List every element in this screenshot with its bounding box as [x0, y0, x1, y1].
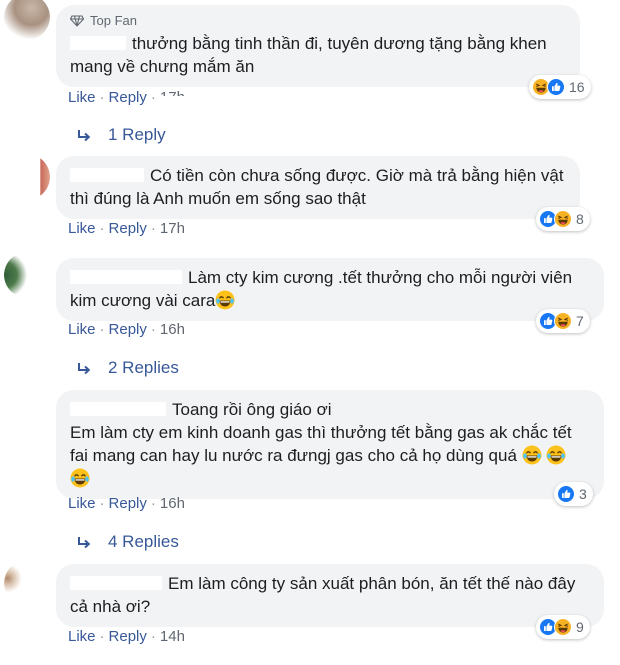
top-fan-label: Top Fan	[90, 13, 137, 28]
laughing-emoji-icon	[70, 468, 90, 488]
view-replies-link[interactable]: 4 Replies	[76, 532, 179, 552]
reaction-summary[interactable]: 7	[536, 309, 590, 333]
separator: ·	[99, 321, 105, 338]
reaction-count: 16	[569, 79, 585, 95]
replies-label: 1 Reply	[108, 125, 166, 144]
reply-arrow-icon	[76, 534, 92, 550]
reply-button[interactable]: Reply	[109, 628, 147, 645]
comment-bubble: Có tiền còn chưa sống được. Giờ mà trả b…	[56, 156, 580, 219]
laughing-emoji-icon	[522, 445, 542, 465]
like-reaction-icon	[557, 485, 575, 503]
author-name-redacted[interactable]	[70, 168, 144, 182]
comment-actions: Like · Reply · 16h	[68, 494, 185, 514]
comment-actions: Like · Reply · 17h	[68, 219, 185, 239]
comment-bubble: Em làm công ty sản xuất phân bón, ăn tết…	[56, 564, 604, 627]
author-name-redacted[interactable]	[70, 576, 162, 590]
view-replies-link[interactable]: 2 Replies	[76, 358, 179, 378]
laughing-emoji-icon	[546, 445, 566, 465]
replies-label: 4 Replies	[108, 532, 179, 551]
reply-button[interactable]: Reply	[109, 220, 147, 237]
haha-reaction-icon	[554, 618, 572, 636]
comment-text-line1: Toang rồi ông giáo ơi	[172, 400, 332, 419]
separator: ·	[150, 495, 156, 512]
separator: ·	[150, 220, 156, 237]
separator: ·	[150, 89, 156, 106]
separator: ·	[99, 220, 105, 237]
author-name-redacted[interactable]	[70, 402, 166, 416]
avatar[interactable]	[4, 560, 50, 606]
reply-button[interactable]: Reply	[109, 89, 147, 106]
timestamp[interactable]: 14h	[160, 628, 185, 645]
separator: ·	[99, 495, 105, 512]
separator: ·	[99, 89, 105, 106]
reply-button[interactable]: Reply	[109, 321, 147, 338]
reply-arrow-icon	[76, 127, 92, 143]
avatar[interactable]	[4, 154, 50, 200]
comment-actions: Like · Reply · 17h	[68, 88, 185, 108]
comment-actions: Like · Reply · 14h	[68, 627, 185, 647]
replies-label: 2 Replies	[108, 358, 179, 377]
like-button[interactable]: Like	[68, 220, 96, 237]
reply-button[interactable]: Reply	[109, 495, 147, 512]
timestamp[interactable]: 17h	[160, 89, 185, 96]
separator: ·	[150, 321, 156, 338]
diamond-icon	[70, 14, 84, 27]
like-button[interactable]: Like	[68, 89, 96, 106]
reaction-count: 9	[576, 619, 584, 635]
timestamp[interactable]: 16h	[160, 495, 185, 512]
comment-text: thưởng bằng tinh thần đi, tuyên dương tặ…	[70, 34, 547, 76]
separator: ·	[99, 628, 105, 645]
haha-reaction-icon	[554, 210, 572, 228]
reply-arrow-icon	[76, 360, 92, 376]
reaction-summary[interactable]: 3	[554, 482, 593, 506]
comment-bubble: Top Fan thưởng bằng tinh thần đi, tuyên …	[56, 5, 580, 87]
laughing-emoji-icon	[215, 290, 235, 310]
comment-text-line2: Em làm cty em kinh doanh gas thì thưởng …	[70, 423, 572, 465]
like-button[interactable]: Like	[68, 321, 96, 338]
reaction-summary[interactable]: 8	[536, 207, 590, 231]
separator: ·	[150, 628, 156, 645]
like-reaction-icon	[547, 78, 565, 96]
haha-reaction-icon	[554, 312, 572, 330]
author-name-redacted[interactable]	[70, 270, 182, 284]
avatar[interactable]	[4, 252, 50, 298]
reaction-summary[interactable]: 9	[536, 615, 590, 639]
like-button[interactable]: Like	[68, 628, 96, 645]
comment-text: Có tiền còn chưa sống được. Giờ mà trả b…	[70, 166, 564, 208]
reaction-count: 8	[576, 211, 584, 227]
view-replies-link[interactable]: 1 Reply	[76, 125, 166, 145]
avatar[interactable]	[4, 0, 50, 40]
timestamp[interactable]: 17h	[160, 220, 185, 237]
reaction-count: 3	[579, 486, 587, 502]
author-name-redacted[interactable]	[70, 36, 126, 50]
like-button[interactable]: Like	[68, 495, 96, 512]
comment-actions: Like · Reply · 16h	[68, 320, 185, 340]
top-fan-badge: Top Fan	[70, 13, 566, 28]
reaction-count: 7	[576, 313, 584, 329]
comment-bubble: Làm cty kim cương .tết thưởng cho mỗi ng…	[56, 258, 604, 321]
timestamp[interactable]: 16h	[160, 321, 185, 338]
comment-bubble: Toang rồi ông giáo ơi Em làm cty em kinh…	[56, 390, 604, 499]
reaction-summary[interactable]: 16	[529, 75, 591, 99]
